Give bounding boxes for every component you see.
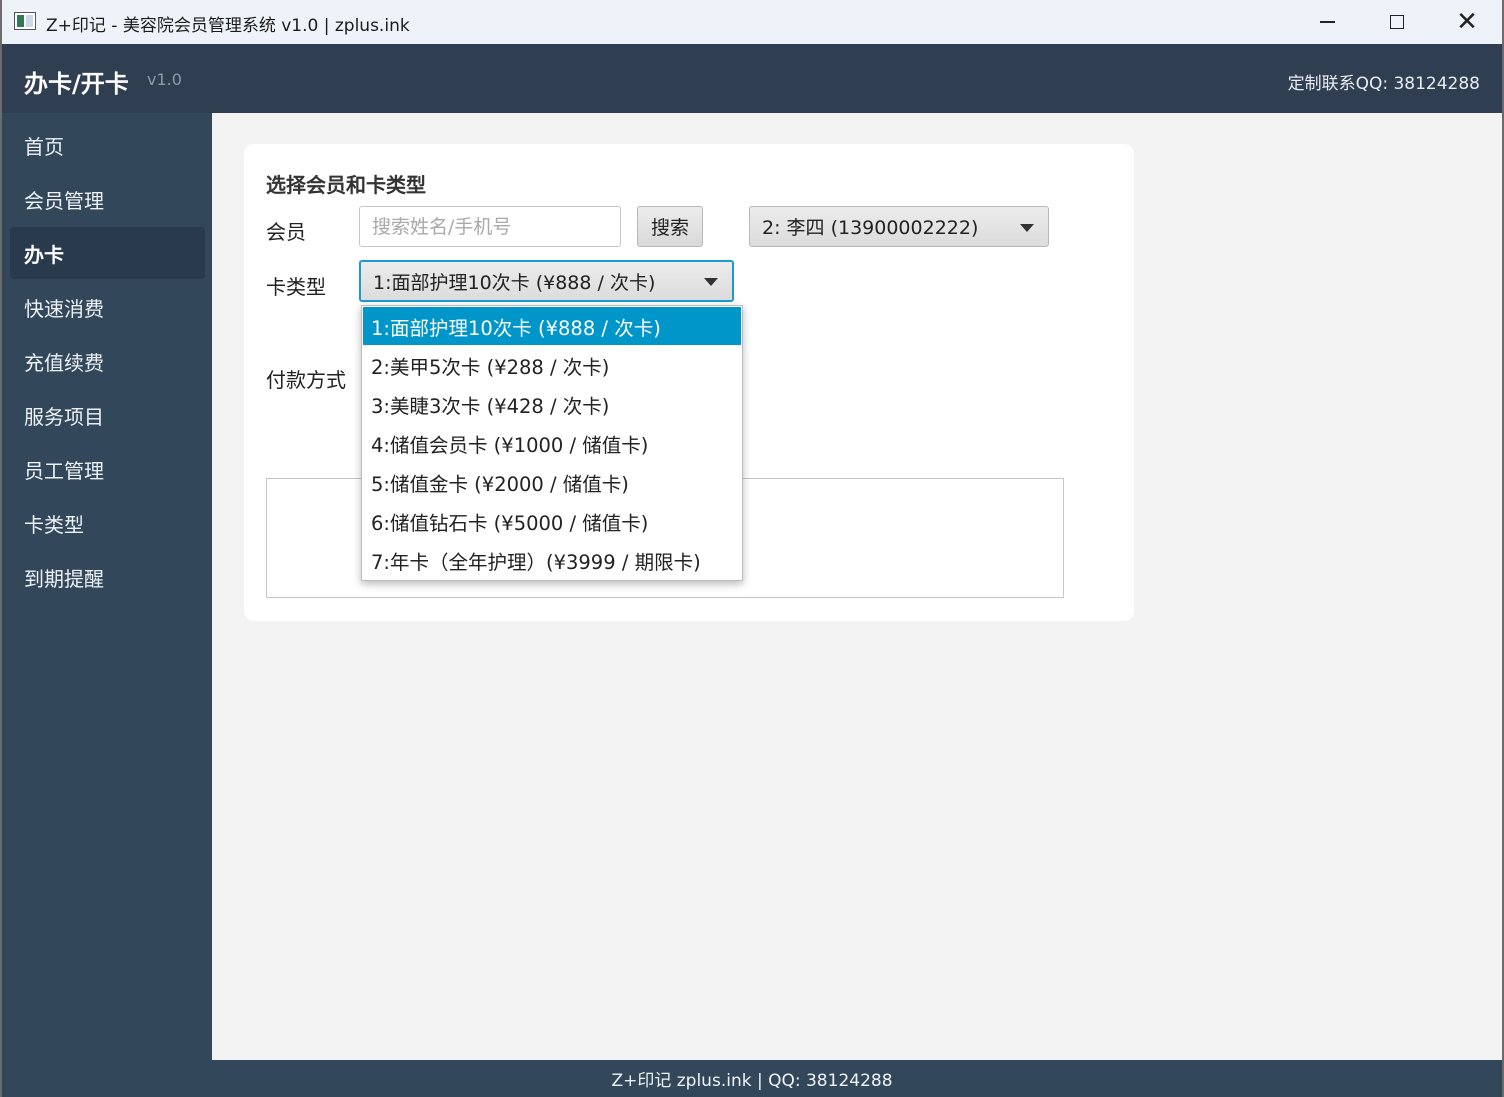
title-bar: Z+印记 - 美容院会员管理系统 v1.0 | zplus.ink ✕	[2, 0, 1502, 44]
status-bar: Z+印记 zplus.ink | QQ: 38124288	[2, 1060, 1502, 1097]
sidebar: 首页 会员管理 办卡 快速消费 充值续费 服务项目 员工管理 卡类型 到期提醒	[2, 113, 212, 1060]
dropdown-option[interactable]: 1:面部护理10次卡 (¥888 / 次卡)	[363, 307, 741, 345]
maximize-icon	[1390, 15, 1404, 29]
card-type-select-value: 1:面部护理10次卡 (¥888 / 次卡)	[373, 271, 656, 294]
window-title: Z+印记 - 美容院会员管理系统 v1.0 | zplus.ink	[46, 16, 410, 36]
card-type-dropdown-list: 1:面部护理10次卡 (¥888 / 次卡) 2:美甲5次卡 (¥288 / 次…	[361, 305, 743, 581]
sidebar-item-card-types[interactable]: 卡类型	[10, 497, 205, 549]
dropdown-option[interactable]: 5:储值金卡 (¥2000 / 储值卡)	[363, 463, 741, 501]
member-label: 会员	[266, 220, 306, 244]
minimize-icon	[1319, 21, 1335, 23]
version-label: v1.0	[147, 70, 182, 89]
card-type-select[interactable]: 1:面部护理10次卡 (¥888 / 次卡)	[359, 260, 734, 302]
sidebar-item-expiry-reminder[interactable]: 到期提醒	[10, 551, 205, 603]
dropdown-option[interactable]: 6:储值钻石卡 (¥5000 / 储值卡)	[363, 502, 741, 540]
app-icon	[14, 12, 36, 30]
dropdown-option[interactable]: 2:美甲5次卡 (¥288 / 次卡)	[363, 346, 741, 384]
section-title: 选择会员和卡类型	[266, 173, 426, 197]
maximize-button[interactable]	[1362, 0, 1432, 44]
sidebar-item-open-card[interactable]: 办卡	[10, 227, 205, 279]
card-type-label: 卡类型	[266, 275, 326, 299]
chevron-down-icon	[1020, 223, 1034, 232]
dropdown-option[interactable]: 7:年卡（全年护理）(¥3999 / 期限卡)	[363, 541, 741, 579]
member-select-value: 2: 李四 (13900002222)	[762, 217, 979, 239]
chevron-down-icon	[704, 278, 718, 286]
sidebar-item-staff[interactable]: 员工管理	[10, 443, 205, 495]
page-title: 办卡/开卡	[24, 70, 129, 98]
payment-method-label: 付款方式	[266, 368, 346, 392]
minimize-button[interactable]	[1292, 0, 1362, 44]
dropdown-option[interactable]: 3:美睫3次卡 (¥428 / 次卡)	[363, 385, 741, 423]
member-select[interactable]: 2: 李四 (13900002222)	[749, 206, 1049, 247]
close-button[interactable]: ✕	[1432, 0, 1502, 44]
dropdown-option[interactable]: 4:储值会员卡 (¥1000 / 储值卡)	[363, 424, 741, 462]
sidebar-item-recharge[interactable]: 充值续费	[10, 335, 205, 387]
sidebar-item-home[interactable]: 首页	[10, 119, 205, 171]
sidebar-item-members[interactable]: 会员管理	[10, 173, 205, 225]
app-window: Z+印记 - 美容院会员管理系统 v1.0 | zplus.ink ✕ 办卡/开…	[2, 0, 1502, 1097]
member-search-input[interactable]	[359, 206, 621, 247]
sidebar-item-quick-consume[interactable]: 快速消费	[10, 281, 205, 333]
sidebar-item-services[interactable]: 服务项目	[10, 389, 205, 441]
contact-label: 定制联系QQ: 38124288	[1287, 74, 1480, 94]
main-content: 选择会员和卡类型 会员 搜索 2: 李四 (13900002222) 卡类型 1…	[212, 113, 1502, 1060]
close-icon: ✕	[1456, 7, 1478, 37]
app-header: 办卡/开卡 v1.0 定制联系QQ: 38124288	[2, 44, 1502, 113]
search-button[interactable]: 搜索	[637, 206, 703, 247]
